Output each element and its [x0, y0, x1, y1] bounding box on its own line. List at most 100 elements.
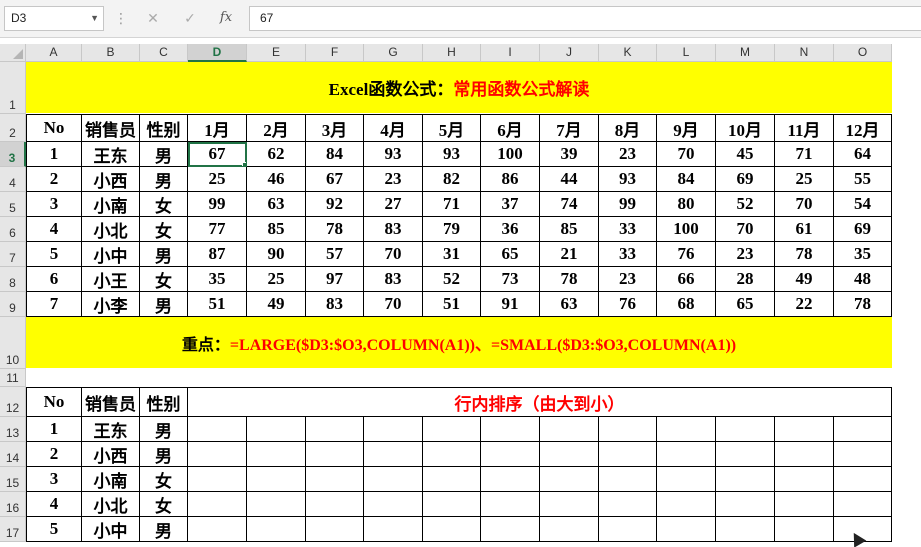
table-header-cell[interactable]: 销售员: [82, 387, 140, 417]
column-header-n[interactable]: N: [775, 44, 834, 62]
table-header-cell[interactable]: No: [26, 114, 82, 142]
empty-cell[interactable]: [775, 417, 834, 442]
column-header-m[interactable]: M: [716, 44, 775, 62]
table-header-cell[interactable]: 7月: [540, 114, 599, 142]
empty-cell[interactable]: [247, 492, 306, 517]
table-cell[interactable]: 85: [540, 217, 599, 242]
column-header-g[interactable]: G: [364, 44, 423, 62]
table-cell[interactable]: 35: [188, 267, 247, 292]
table-header-cell[interactable]: 5月: [423, 114, 481, 142]
column-header-j[interactable]: J: [540, 44, 599, 62]
table-cell[interactable]: 39: [540, 142, 599, 167]
insert-function-icon[interactable]: fx: [213, 8, 239, 28]
select-all-button[interactable]: [0, 44, 26, 62]
empty-cell[interactable]: [540, 492, 599, 517]
empty-cell[interactable]: [306, 492, 364, 517]
table-cell[interactable]: 99: [599, 192, 657, 217]
table-cell[interactable]: 83: [306, 292, 364, 317]
table-header-cell[interactable]: 2月: [247, 114, 306, 142]
table-cell[interactable]: 67: [306, 167, 364, 192]
table-cell[interactable]: 49: [247, 292, 306, 317]
table-cell[interactable]: 82: [423, 167, 481, 192]
table-cell[interactable]: 4: [26, 492, 82, 517]
empty-cell[interactable]: [540, 517, 599, 542]
table-cell[interactable]: 小南: [82, 467, 140, 492]
table-header-cell[interactable]: 10月: [716, 114, 775, 142]
table-cell[interactable]: 74: [540, 192, 599, 217]
table-cell[interactable]: 小西: [82, 167, 140, 192]
table-header-cell[interactable]: 11月: [775, 114, 834, 142]
cancel-icon[interactable]: ✕: [140, 8, 166, 28]
table-cell[interactable]: 70: [364, 242, 423, 267]
table-cell[interactable]: 36: [481, 217, 540, 242]
table-cell[interactable]: 84: [657, 167, 716, 192]
empty-cell[interactable]: [423, 492, 481, 517]
empty-cell[interactable]: [540, 467, 599, 492]
table-cell[interactable]: 97: [306, 267, 364, 292]
row-header-7[interactable]: 7: [0, 242, 26, 267]
empty-cell[interactable]: [834, 492, 892, 517]
table-cell[interactable]: 5: [26, 242, 82, 267]
column-header-o[interactable]: O: [834, 44, 892, 62]
row-header-3[interactable]: 3: [0, 142, 26, 167]
row-header-11[interactable]: 11: [0, 369, 26, 387]
table-cell[interactable]: 62: [247, 142, 306, 167]
table-header-cell[interactable]: No: [26, 387, 82, 417]
table-cell[interactable]: 100: [657, 217, 716, 242]
empty-cell[interactable]: [834, 417, 892, 442]
table-cell[interactable]: 70: [775, 192, 834, 217]
merged-header-cell[interactable]: 行内排序（由大到小）: [188, 387, 892, 417]
table-cell[interactable]: 6: [26, 267, 82, 292]
empty-cell[interactable]: [657, 467, 716, 492]
column-header-l[interactable]: L: [657, 44, 716, 62]
table-cell[interactable]: 1: [26, 417, 82, 442]
table-cell[interactable]: 55: [834, 167, 892, 192]
table-cell[interactable]: 3: [26, 192, 82, 217]
table-cell[interactable]: 5: [26, 517, 82, 542]
empty-cell[interactable]: [481, 417, 540, 442]
table-cell[interactable]: 76: [599, 292, 657, 317]
table-cell[interactable]: 51: [423, 292, 481, 317]
empty-cell[interactable]: [423, 442, 481, 467]
table-cell[interactable]: 女: [140, 467, 188, 492]
empty-cell[interactable]: [188, 417, 247, 442]
active-cell[interactable]: 67: [188, 142, 247, 167]
formula-input[interactable]: 67: [249, 6, 921, 31]
empty-cell[interactable]: [775, 517, 834, 542]
table-cell[interactable]: 男: [140, 167, 188, 192]
table-cell[interactable]: 52: [716, 192, 775, 217]
table-cell[interactable]: 2: [26, 442, 82, 467]
empty-cell[interactable]: [481, 467, 540, 492]
table-cell[interactable]: 63: [540, 292, 599, 317]
table-header-cell[interactable]: 12月: [834, 114, 892, 142]
table-cell[interactable]: 100: [481, 142, 540, 167]
table-cell[interactable]: 1: [26, 142, 82, 167]
empty-cell[interactable]: [364, 517, 423, 542]
column-header-e[interactable]: E: [247, 44, 306, 62]
empty-cell[interactable]: [306, 517, 364, 542]
column-header-f[interactable]: F: [306, 44, 364, 62]
row-header-13[interactable]: 13: [0, 417, 26, 442]
table-cell[interactable]: 男: [140, 442, 188, 467]
empty-cell[interactable]: [657, 417, 716, 442]
row-header-15[interactable]: 15: [0, 467, 26, 492]
table-cell[interactable]: 70: [364, 292, 423, 317]
empty-cell[interactable]: [540, 442, 599, 467]
table-cell[interactable]: 小王: [82, 267, 140, 292]
empty-cell[interactable]: [716, 417, 775, 442]
row-header-10[interactable]: 10: [0, 317, 26, 369]
table-cell[interactable]: 93: [599, 167, 657, 192]
empty-cell[interactable]: [481, 517, 540, 542]
table-cell[interactable]: 31: [423, 242, 481, 267]
empty-cell[interactable]: [247, 442, 306, 467]
table-cell[interactable]: 83: [364, 267, 423, 292]
empty-cell[interactable]: [306, 417, 364, 442]
row-header-4[interactable]: 4: [0, 167, 26, 192]
table-header-cell[interactable]: 6月: [481, 114, 540, 142]
table-cell[interactable]: 68: [657, 292, 716, 317]
table-header-cell[interactable]: 3月: [306, 114, 364, 142]
table-cell[interactable]: 78: [834, 292, 892, 317]
table-cell[interactable]: 76: [657, 242, 716, 267]
table-cell[interactable]: 80: [657, 192, 716, 217]
table-cell[interactable]: 49: [775, 267, 834, 292]
